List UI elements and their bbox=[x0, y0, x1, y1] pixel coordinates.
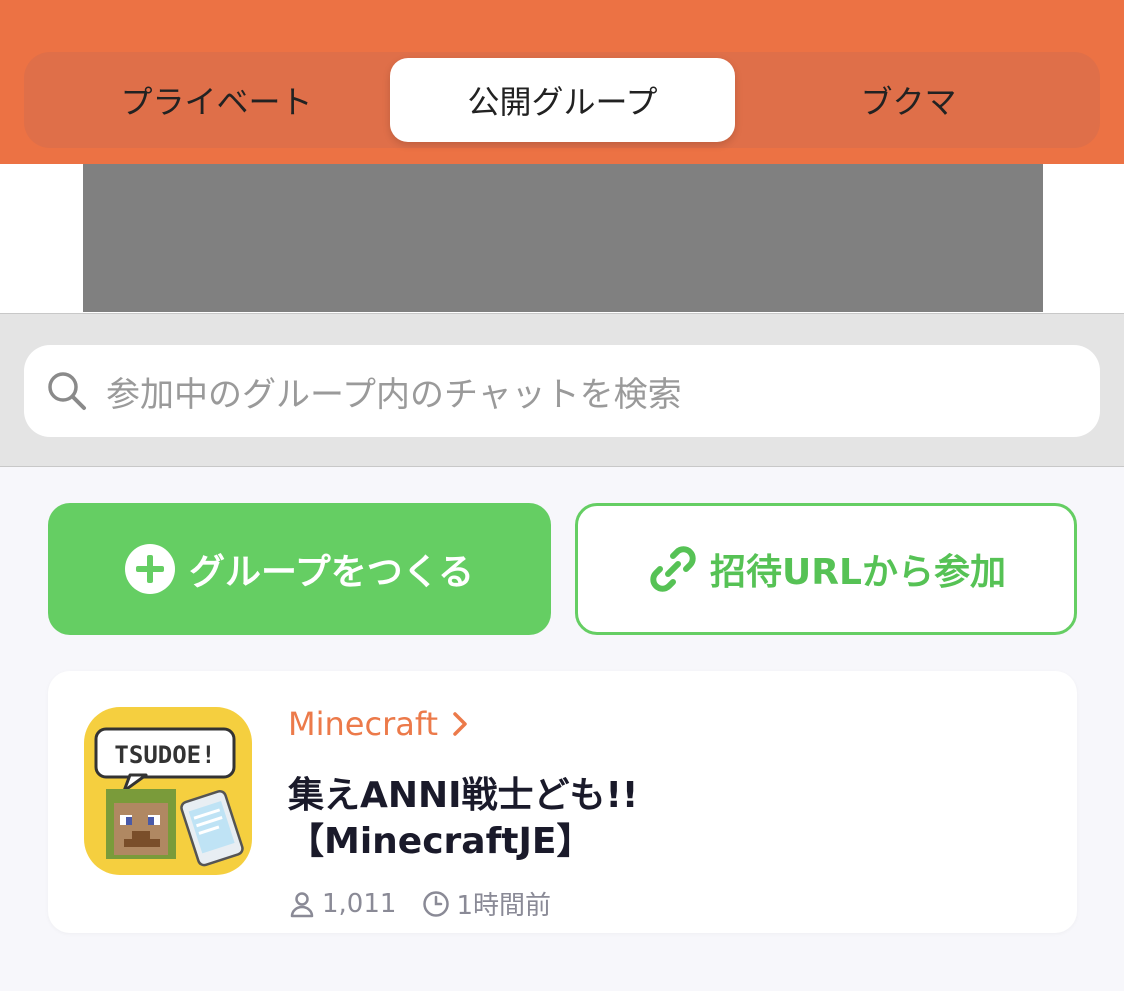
banner-placeholder bbox=[83, 164, 1043, 312]
group-category-label: Minecraft bbox=[288, 705, 439, 743]
create-group-button[interactable]: グループをつくる bbox=[48, 503, 551, 635]
group-title: 集えANNI戦士ども!! 【MinecraftJE】 bbox=[288, 773, 988, 865]
group-meta: 1,011 1時間前 bbox=[288, 885, 551, 922]
chevron-right-icon bbox=[453, 712, 467, 736]
join-by-invite-button[interactable]: 招待URLから参加 bbox=[575, 503, 1077, 635]
group-title-line1: 集えANNI戦士ども!! bbox=[288, 775, 639, 816]
svg-text:TSUDOE!: TSUDOE! bbox=[114, 741, 215, 769]
tab-private[interactable]: プライベート bbox=[44, 58, 389, 142]
group-title-line2: 【MinecraftJE】 bbox=[288, 821, 593, 862]
group-card[interactable]: TSUDOE! Minecraft 集えANNI戦士ども!! 【Minecraf… bbox=[48, 671, 1077, 933]
tab-public-groups[interactable]: 公開グループ bbox=[390, 58, 735, 142]
last-active-time: 1時間前 bbox=[456, 891, 551, 921]
tab-bookmarks[interactable]: ブクマ bbox=[736, 58, 1081, 142]
member-count: 1,011 bbox=[322, 888, 397, 919]
create-group-label: グループをつくる bbox=[188, 552, 475, 593]
tab-switcher: プライベート 公開グループ ブクマ bbox=[24, 52, 1100, 148]
group-category-link[interactable]: Minecraft bbox=[288, 705, 470, 743]
top-header: プライベート 公開グループ ブクマ bbox=[0, 0, 1124, 164]
search-placeholder: 参加中のグループ内のチャットを検索 bbox=[106, 374, 682, 415]
plus-circle-icon bbox=[124, 544, 175, 594]
link-icon bbox=[650, 546, 696, 592]
search-bar-area: 参加中のグループ内のチャットを検索 bbox=[0, 313, 1124, 467]
group-avatar-icon: TSUDOE! bbox=[84, 707, 252, 875]
join-by-invite-label: 招待URLから参加 bbox=[710, 552, 1006, 593]
person-icon bbox=[290, 891, 314, 917]
clock-icon bbox=[423, 890, 450, 917]
search-icon bbox=[48, 372, 86, 410]
search-input[interactable]: 参加中のグループ内のチャットを検索 bbox=[24, 345, 1100, 437]
